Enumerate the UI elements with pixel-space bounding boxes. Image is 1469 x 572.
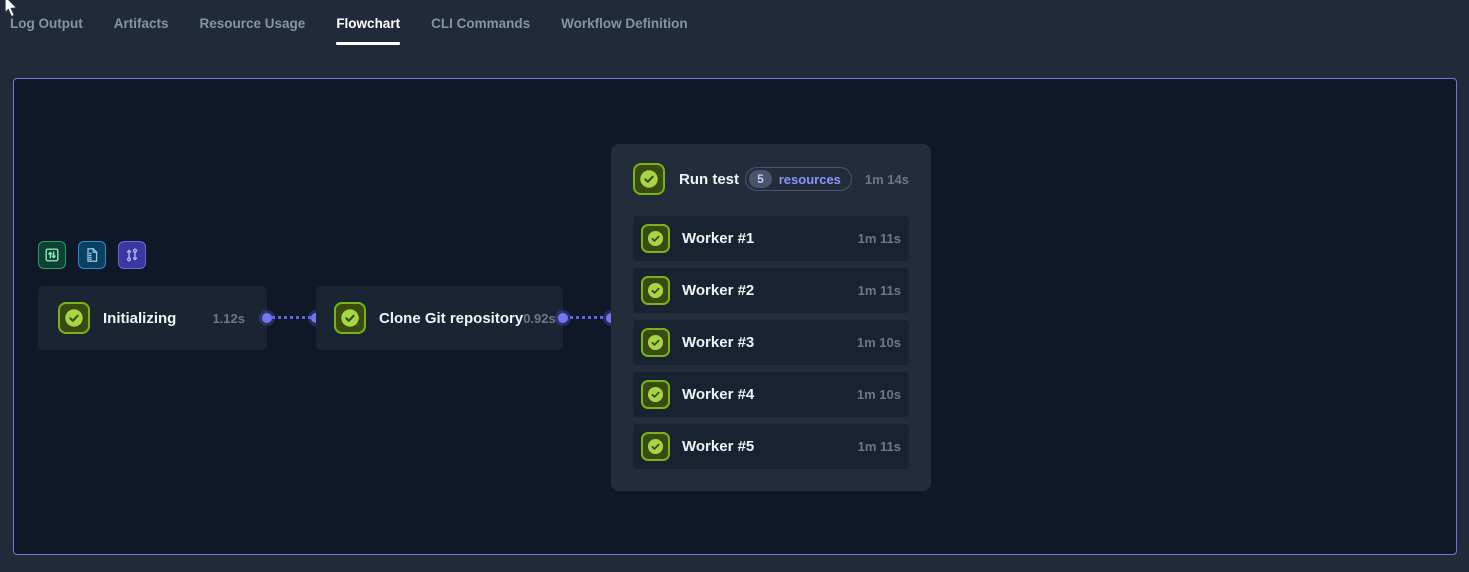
node-worker-4[interactable]: Worker #4 1m 10s [633,372,909,417]
node-duration: 1.12s [212,311,245,326]
group-header[interactable]: Run test 5 resources 1m 14s [633,163,909,195]
worker-list: Worker #1 1m 11s Worker #2 1m 11s Worker… [633,216,909,476]
tab-cli-commands[interactable]: CLI Commands [431,0,530,46]
status-passed-icon [633,163,665,195]
worker-duration: 1m 11s [858,231,901,246]
group-run-test: Run test 5 resources 1m 14s Worker #1 1m… [611,144,931,491]
node-worker-1[interactable]: Worker #1 1m 11s [633,216,909,261]
worker-title: Worker #2 [682,282,754,299]
node-worker-5[interactable]: Worker #5 1m 11s [633,424,909,469]
tab-workflow-definition[interactable]: Workflow Definition [561,0,688,46]
tab-log-output[interactable]: Log Output [10,0,83,46]
worker-title: Worker #3 [682,334,754,351]
tab-bar: Log Output Artifacts Resource Usage Flow… [0,0,1469,46]
tab-label: Log Output [10,16,83,31]
resources-count: 5 [749,170,772,188]
tab-flowchart[interactable]: Flowchart [336,0,400,46]
worker-title: Worker #5 [682,438,754,455]
resources-label: resources [779,172,841,187]
node-worker-3[interactable]: Worker #3 1m 10s [633,320,909,365]
flowchart-panel: Initializing 1.12s Clone Git repository … [13,78,1457,555]
worker-duration: 1m 10s [857,387,901,402]
status-passed-icon [641,276,670,305]
log-document-button[interactable] [78,241,106,269]
worker-duration: 1m 11s [858,283,901,298]
status-passed-icon [334,302,366,334]
status-passed-icon [641,380,670,409]
node-title: Initializing [103,310,176,327]
worker-title: Worker #4 [682,386,754,403]
box-sort-icon [44,247,60,263]
node-worker-2[interactable]: Worker #2 1m 11s [633,268,909,313]
status-passed-icon [641,328,670,357]
reorder-button[interactable] [118,241,146,269]
worker-duration: 1m 11s [858,439,901,454]
tab-label: Artifacts [114,16,169,31]
tab-artifacts[interactable]: Artifacts [114,0,169,46]
status-passed-icon [58,302,90,334]
node-clone-git-repository[interactable]: Clone Git repository 0.92s [316,286,563,350]
status-passed-icon [641,224,670,253]
document-icon [84,247,100,263]
tab-label: Flowchart [336,16,400,31]
node-title: Clone Git repository [379,310,523,327]
worker-duration: 1m 10s [857,335,901,350]
tab-resource-usage[interactable]: Resource Usage [200,0,306,46]
tab-label: CLI Commands [431,16,530,31]
tab-label: Resource Usage [200,16,306,31]
connector-init-clone [267,316,316,319]
compare-arrows-icon [124,247,140,263]
connector-clone-runtest [563,316,611,319]
node-initializing[interactable]: Initializing 1.12s [38,286,267,350]
tab-label: Workflow Definition [561,16,688,31]
worker-title: Worker #1 [682,230,754,247]
flowchart-toolbar [38,241,146,269]
resources-badge[interactable]: 5 resources [745,167,852,191]
status-passed-icon [641,432,670,461]
node-duration: 0.92s [523,311,556,326]
group-duration: 1m 14s [865,172,909,187]
sort-panel-button[interactable] [38,241,66,269]
group-title: Run test [679,171,739,188]
